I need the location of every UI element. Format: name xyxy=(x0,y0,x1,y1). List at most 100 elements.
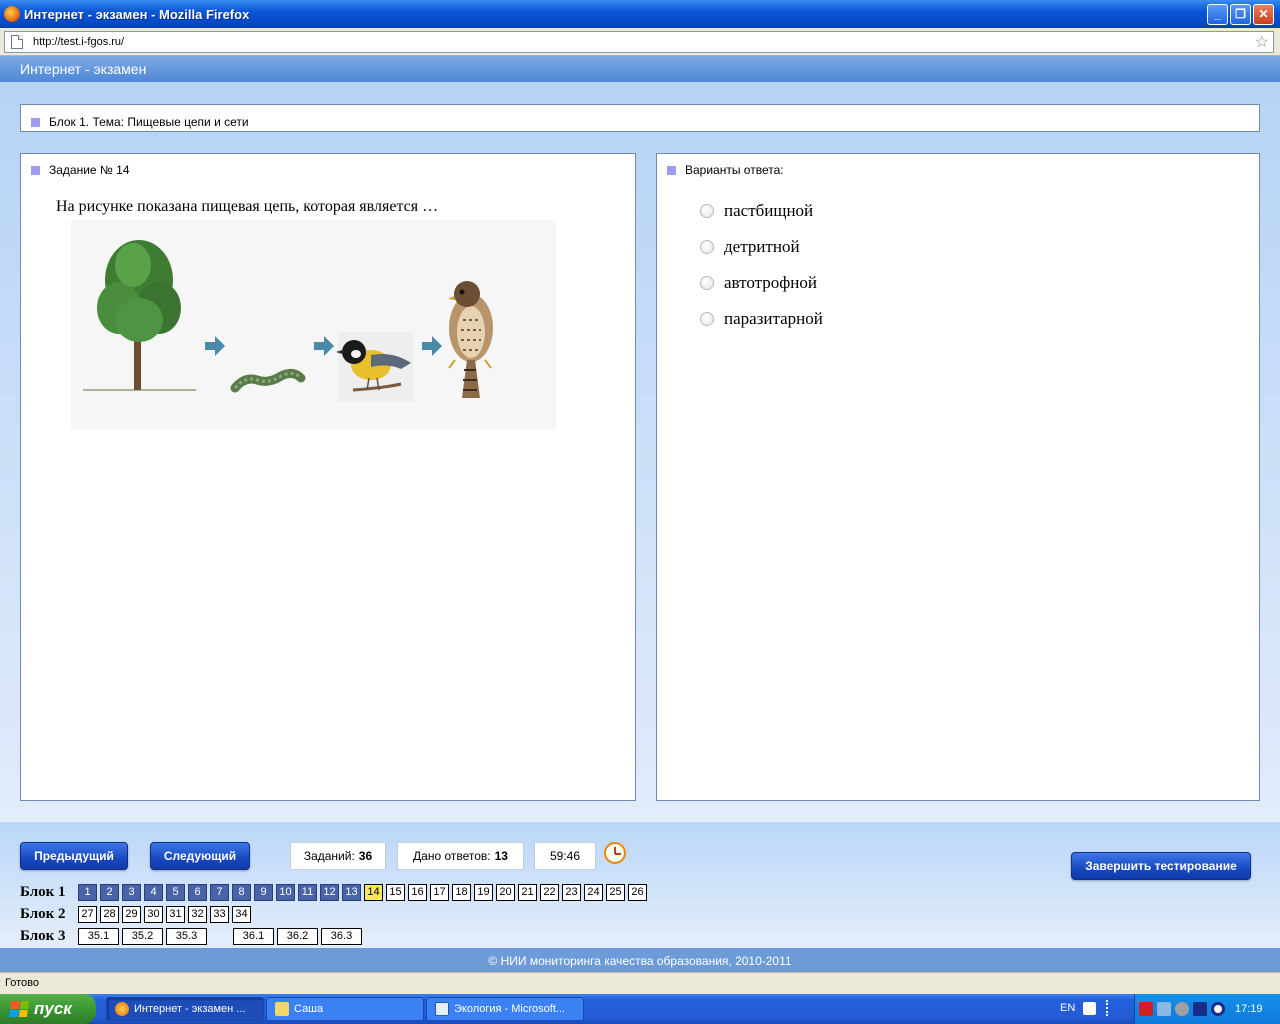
tasks-count-label: Заданий: xyxy=(303,849,355,863)
tree-icon xyxy=(83,240,196,391)
task-number-cell[interactable]: 33 xyxy=(210,905,229,923)
answer-label[interactable]: детритной xyxy=(724,237,800,257)
taskbar-item-firefox[interactable]: Интернет - экзамен ... xyxy=(106,997,264,1021)
bookmark-star-icon[interactable]: ☆ xyxy=(1255,32,1269,52)
task-number-cell[interactable]: 15 xyxy=(386,883,405,901)
food-chain-illustration xyxy=(71,220,556,429)
task-number-cell[interactable]: 4 xyxy=(144,883,163,901)
firefox-icon xyxy=(115,1002,129,1016)
finish-test-button[interactable]: Завершить тестирование xyxy=(1071,852,1251,880)
task-number-cell[interactable]: 30 xyxy=(144,905,163,923)
task-number-cell[interactable]: 20 xyxy=(496,883,515,901)
radio-button[interactable] xyxy=(700,240,714,254)
arrow-icon xyxy=(314,336,334,356)
task-number-cell[interactable]: 16 xyxy=(408,883,427,901)
radio-button[interactable] xyxy=(700,276,714,290)
question-text: На рисунке показана пищевая цепь, котора… xyxy=(56,198,439,215)
task-number-cell[interactable]: 31 xyxy=(166,905,185,923)
status-bar: Готово xyxy=(0,972,1280,994)
taskbar-item-word[interactable]: Экология - Microsoft... xyxy=(426,997,584,1021)
question-panel: Задание № 14 На рисунке показана пищевая… xyxy=(20,153,636,801)
url-text[interactable]: http://test.i-fgos.ru/ xyxy=(33,36,1255,48)
minimize-button[interactable]: _ xyxy=(1207,3,1228,25)
task-number-cell[interactable]: 21 xyxy=(518,883,537,901)
taskbar-item-label[interactable]: Саша xyxy=(294,1003,323,1015)
task-number-cell[interactable]: 23 xyxy=(562,883,581,901)
task-number-cell[interactable]: 35.3 xyxy=(166,927,207,945)
task-number-cell[interactable]: 27 xyxy=(78,905,97,923)
volume-icon[interactable] xyxy=(1175,1002,1189,1016)
address-bar: http://test.i-fgos.ru/ ☆ xyxy=(0,28,1280,56)
radio-button[interactable] xyxy=(700,312,714,326)
answer-label[interactable]: паразитарной xyxy=(724,309,823,329)
task-number-cell[interactable]: 19 xyxy=(474,883,493,901)
answer-option[interactable]: паразитарной xyxy=(700,301,1249,337)
answer-label[interactable]: пастбищной xyxy=(724,201,813,221)
block-2-row: Блок 2 27 28 29 30 31 32 33 34 xyxy=(20,904,254,924)
task-number-cell[interactable]: 36.1 xyxy=(233,927,274,945)
arrow-icon xyxy=(422,336,442,356)
task-number-cell[interactable]: 25 xyxy=(606,883,625,901)
taskbar-item-label[interactable]: Интернет - экзамен ... xyxy=(134,1003,245,1015)
task-number-cell[interactable]: 22 xyxy=(540,883,559,901)
task-number-cell[interactable]: 6 xyxy=(188,883,207,901)
folder-icon xyxy=(275,1002,289,1016)
task-number-cell[interactable]: 32 xyxy=(188,905,207,923)
block-label: Блок 2 xyxy=(20,905,66,922)
answer-option[interactable]: пастбищной xyxy=(700,193,1249,229)
task-number-cell[interactable]: 9 xyxy=(254,883,273,901)
close-button[interactable]: ✕ xyxy=(1253,3,1274,25)
timer-value: 59:46 xyxy=(549,849,581,863)
block-3-items: 35.1 35.2 35.3 36.1 36.2 36.3 xyxy=(78,927,365,945)
wireless-icon[interactable] xyxy=(1211,1002,1225,1016)
answer-label[interactable]: автотрофной xyxy=(724,273,817,293)
task-number-cell[interactable]: 36.2 xyxy=(277,927,318,945)
display-icon[interactable] xyxy=(1193,1002,1207,1016)
navigation-controls: Предыдущий Следующий Заданий: 36 Дано отв… xyxy=(0,822,1280,948)
task-number-cell[interactable]: 13 xyxy=(342,883,361,901)
task-number-cell[interactable]: 10 xyxy=(276,883,295,901)
taskbar-item-label[interactable]: Экология - Microsoft... xyxy=(454,1003,565,1015)
radio-button[interactable] xyxy=(700,204,714,218)
task-number-cell[interactable]: 26 xyxy=(628,883,647,901)
task-number-cell[interactable]: 29 xyxy=(122,905,141,923)
block-spacer xyxy=(210,928,233,945)
task-number-cell[interactable]: 24 xyxy=(584,883,603,901)
start-label[interactable]: пуск xyxy=(34,999,72,1019)
task-number-cell[interactable]: 17 xyxy=(430,883,449,901)
url-field[interactable]: http://test.i-fgos.ru/ ☆ xyxy=(4,30,1274,53)
task-number-cell[interactable]: 35.2 xyxy=(122,927,163,945)
task-number-cell[interactable]: 34 xyxy=(232,905,251,923)
help-icon[interactable] xyxy=(1083,1002,1096,1015)
task-number-cell[interactable]: 2 xyxy=(100,883,119,901)
language-bar-icon[interactable] xyxy=(1106,1000,1114,1016)
task-number-cell[interactable]: 18 xyxy=(452,883,471,901)
task-number-cell[interactable]: 3 xyxy=(122,883,141,901)
task-number-cell[interactable]: 5 xyxy=(166,883,185,901)
window-title-bar: Интернет - экзамен - Mozilla Firefox _ ❐… xyxy=(0,0,1280,28)
task-number-cell[interactable]: 36.3 xyxy=(321,927,362,945)
network-icon[interactable] xyxy=(1157,1002,1171,1016)
task-number-cell[interactable]: 8 xyxy=(232,883,251,901)
taskbar-item-folder[interactable]: Саша xyxy=(266,997,424,1021)
task-number-cell[interactable]: 35.1 xyxy=(78,927,119,945)
task-number-cell[interactable]: 12 xyxy=(320,883,339,901)
answer-option[interactable]: детритной xyxy=(700,229,1249,265)
answer-option[interactable]: автотрофной xyxy=(700,265,1249,301)
task-number-cell[interactable]: 28 xyxy=(100,905,119,923)
falcon-icon xyxy=(448,281,493,398)
next-button[interactable]: Следующий xyxy=(150,842,250,870)
answer-options: пастбищной детритной автотрофной паразит… xyxy=(667,193,1249,337)
previous-button[interactable]: Предыдущий xyxy=(20,842,128,870)
antivirus-icon[interactable] xyxy=(1139,1002,1153,1016)
block-topic-bar: Блок 1. Тема: Пищевые цепи и сети xyxy=(20,104,1260,132)
language-indicator[interactable]: EN xyxy=(1060,1002,1075,1014)
task-number-cell[interactable]: 7 xyxy=(210,883,229,901)
task-number-cell[interactable]: 11 xyxy=(298,883,317,901)
page-icon xyxy=(11,34,23,49)
word-document-icon xyxy=(435,1002,449,1016)
task-number-cell[interactable]: 1 xyxy=(78,883,97,901)
task-number-cell[interactable]: 14 xyxy=(364,883,383,901)
start-button[interactable]: пуск xyxy=(0,994,96,1024)
maximize-button[interactable]: ❐ xyxy=(1230,3,1251,25)
